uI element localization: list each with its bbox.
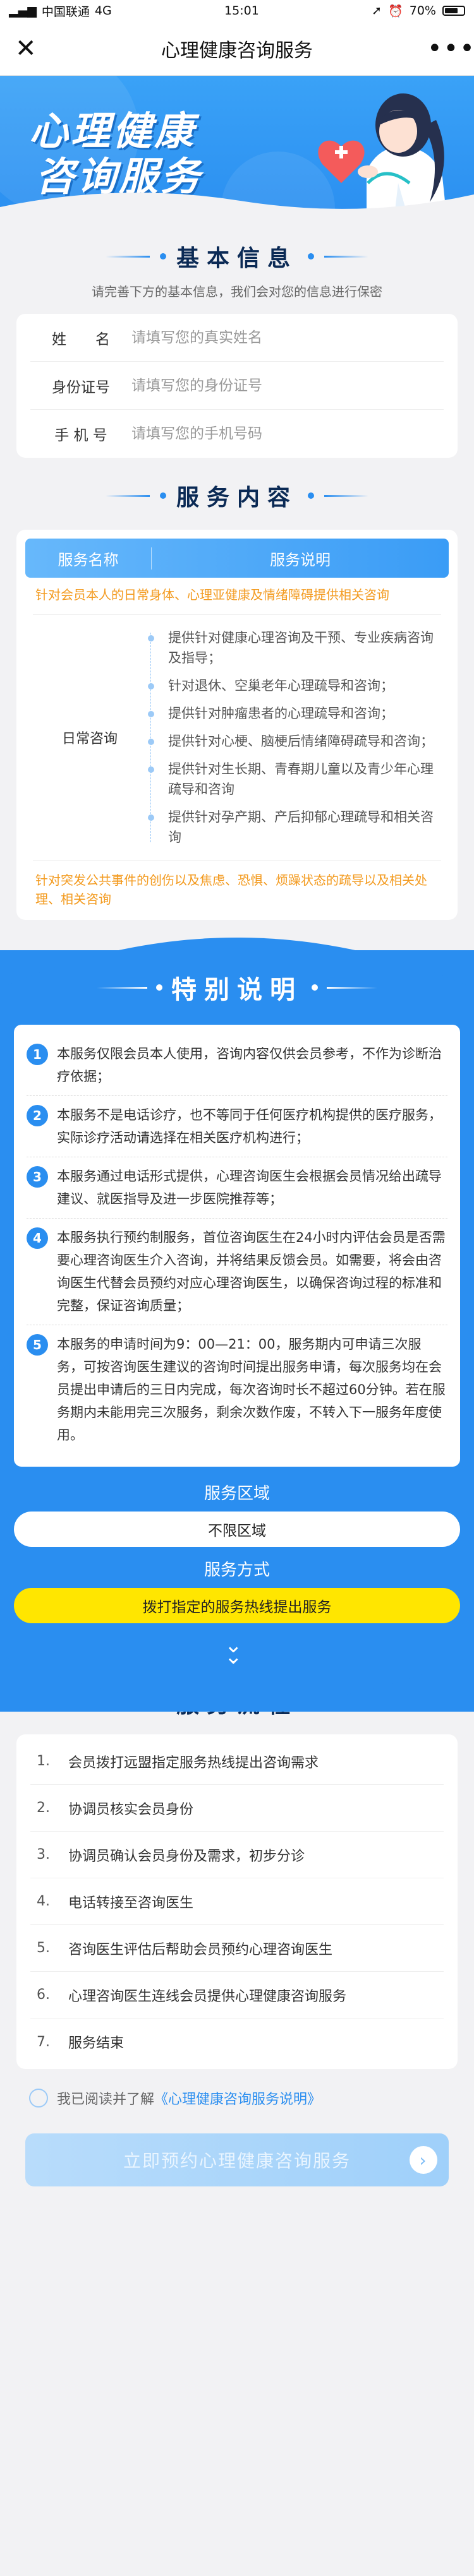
battery-percent: 70% [409, 4, 436, 18]
special-notes-title: 特别说明 [171, 975, 303, 1005]
basic-info-subtitle: 请完善下方的基本信息，我们会对您的信息进行保密 [92, 284, 382, 299]
signal-icon: ▂▄▆ [9, 4, 37, 18]
step-number: 1. [37, 1753, 50, 1769]
service-item: 针对退休、空巢老年心理疏导和咨询； [148, 672, 441, 700]
step-text: 电话转接至咨询医生 [68, 1895, 194, 1911]
status-bar: ▂▄▆ 中国联通 4G 15:01 ➚ ⏰ 70% [0, 0, 474, 21]
basic-info-form: 姓 名 身份证号 手 机 号 [16, 314, 458, 458]
agreement-row: 我已阅读并了解 《心理健康咨询服务说明》 [29, 2088, 445, 2108]
service-method-value: 拨打指定的服务热线提出服务 [14, 1588, 460, 1623]
process-step: 6. 心理咨询医生连线会员提供心理健康咨询服务 [30, 1972, 444, 2018]
note-text: 本服务仅限会员本人使用，咨询内容仅供会员参考，不作为诊断治疗依据； [57, 1046, 442, 1084]
name-input[interactable] [131, 329, 444, 346]
services-table: 服务名称 服务说明 针对会员本人的日常身体、心理亚健康及情绪障碍提供相关咨询 日… [16, 530, 458, 920]
step-number: 4. [37, 1893, 50, 1909]
phone-label: 手 机 号 [54, 427, 107, 444]
process-step: 2. 协调员核实会员身份 [30, 1785, 444, 1832]
service-area-value: 不限区域 [14, 1512, 460, 1547]
service-item: 提供针对健康心理咨询及干预、专业疾病咨询及指导； [148, 624, 441, 672]
step-number: 5. [37, 1940, 50, 1956]
note-number: 2 [27, 1105, 48, 1126]
note-item: 4 本服务执行预约制服务，首位咨询医生在24小时内评估会员是否需要心理咨询医生介… [27, 1219, 447, 1325]
service-item: 提供针对肿瘤患者的心理疏导和咨询； [148, 700, 441, 727]
service-area-label: 服务区域 [204, 1484, 270, 1503]
nav-bar: ✕ 心理健康咨询服务 ••• [0, 21, 474, 76]
id-number-input[interactable] [131, 377, 444, 394]
close-icon[interactable]: ✕ [15, 36, 47, 61]
carrier-name: 中国联通 [41, 4, 90, 19]
note-text: 本服务执行预约制服务，首位咨询医生在24小时内评估会员是否需要心理咨询医生介入咨… [57, 1230, 446, 1313]
battery-icon [442, 6, 465, 16]
arrow-right-icon: › [410, 2146, 437, 2174]
more-icon[interactable]: ••• [427, 36, 474, 61]
special-notes-section: 特别说明 1 本服务仅限会员本人使用，咨询内容仅供会员参考，不作为诊断治疗依据；… [0, 938, 474, 1712]
name-row: 姓 名 [30, 314, 444, 362]
service-item: 提供针对心梗、脑梗后情绪障碍疏导和咨询； [148, 727, 441, 755]
step-text: 协调员核实会员身份 [68, 1801, 194, 1818]
services-row: 日常咨询 提供针对健康心理咨询及干预、专业疾病咨询及指导； 针对退休、空巢老年心… [33, 614, 441, 861]
agreement-link[interactable]: 《心理健康咨询服务说明》 [154, 2088, 321, 2108]
network-type: 4G [94, 4, 112, 18]
phone-row: 手 机 号 [30, 410, 444, 458]
process-step: 3. 协调员确认会员身份及需求，初步分诊 [30, 1832, 444, 1878]
process-list: 1. 会员拨打远盟指定服务热线提出咨询需求 2. 协调员核实会员身份 3. 协调员确认… [16, 1734, 458, 2069]
col-service-desc: 服务说明 [270, 551, 331, 569]
step-text: 心理咨询医生连线会员提供心理健康咨询服务 [68, 1988, 347, 2005]
submit-button[interactable]: 立即预约心理健康咨询服务 › [25, 2133, 449, 2186]
page-title: 心理健康咨询服务 [161, 39, 313, 62]
services-table-header: 服务名称 服务说明 [25, 539, 449, 578]
submit-label: 立即预约心理健康咨询服务 [123, 2150, 351, 2171]
col-service-name: 服务名称 [25, 547, 152, 569]
step-text: 协调员确认会员身份及需求，初步分诊 [68, 1848, 305, 1864]
note-item: 5 本服务的申请时间为9：00—21：00，服务期内可申请三次服务，可按咨询医生… [27, 1325, 447, 1454]
banner-wave [0, 193, 474, 225]
process-step: 7. 服务结束 [30, 2018, 444, 2065]
note-item: 3 本服务通过电话形式提供，心理咨询医生会根据会员情况给出疏导建议、就医指导及进… [27, 1157, 447, 1219]
services-note-bottom: 针对突发公共事件的创伤以及焦虑、恐惧、烦躁状态的疏导以及相关处理、相关咨询 [35, 873, 427, 907]
step-number: 2. [37, 1800, 50, 1816]
process-step: 4. 电话转接至咨询医生 [30, 1878, 444, 1925]
process-step: 5. 咨询医生评估后帮助会员预约心理咨询医生 [30, 1925, 444, 1972]
services-note-top: 针对会员本人的日常身体、心理亚健康及情绪障碍提供相关咨询 [35, 587, 389, 602]
service-method-label: 服务方式 [204, 1561, 270, 1580]
note-number: 3 [27, 1166, 48, 1188]
banner-title-line1: 心理健康 [29, 108, 197, 154]
agreement-text: 我已阅读并了解 [57, 2092, 155, 2108]
note-number: 5 [27, 1334, 48, 1356]
basic-info-section-header: 基本信息 请完善下方的基本信息，我们会对您的信息进行保密 [0, 225, 474, 300]
note-item: 2 本服务不是电话诊疗，也不等同于任何医疗机构提供的医疗服务，实际诊疗活动请选择… [27, 1096, 447, 1157]
alarm-icon: ⏰ [388, 4, 403, 18]
services-section-header: 服务内容 [0, 458, 474, 512]
step-number: 7. [37, 2034, 50, 2050]
chevron-down-icon[interactable]: ⌄ ⌄ [224, 1635, 243, 1667]
clock: 15:01 [224, 4, 259, 18]
basic-info-title: 基本信息 [176, 246, 298, 271]
step-text: 会员拨打远盟指定服务热线提出咨询需求 [68, 1755, 319, 1771]
special-notes-header: 特别说明 [0, 950, 474, 1006]
step-number: 3. [37, 1847, 50, 1863]
service-item: 提供针对孕产期、产后抑郁心理疏导和相关咨询 [148, 803, 441, 851]
phone-input[interactable] [131, 426, 444, 442]
id-label: 身份证号 [52, 379, 110, 396]
note-text: 本服务通过电话形式提供，心理咨询医生会根据会员情况给出疏导建议、就医指导及进一步… [57, 1169, 442, 1207]
services-title: 服务内容 [176, 485, 298, 511]
note-item: 1 本服务仅限会员本人使用，咨询内容仅供会员参考，不作为诊断治疗依据； [27, 1035, 447, 1096]
agreement-checkbox[interactable] [29, 2089, 48, 2108]
note-number: 1 [27, 1044, 48, 1065]
hero-banner: 心理健康 咨询服务 [0, 76, 474, 225]
note-number: 4 [27, 1227, 48, 1249]
step-text: 咨询医生评估后帮助会员预约心理咨询医生 [68, 1941, 333, 1958]
step-text: 服务结束 [68, 2036, 125, 2051]
service-category: 日常咨询 [61, 731, 118, 747]
step-number: 6. [37, 1987, 50, 2003]
location-icon: ➚ [372, 4, 382, 18]
note-text: 本服务不是电话诊疗，也不等同于任何医疗机构提供的医疗服务，实际诊疗活动请选择在相… [57, 1107, 442, 1145]
service-item: 提供针对生长期、青春期儿童以及青少年心理疏导和咨询 [148, 755, 441, 803]
name-label: 姓 名 [52, 331, 110, 348]
special-notes-list: 1 本服务仅限会员本人使用，咨询内容仅供会员参考，不作为诊断治疗依据； 2 本服… [14, 1025, 460, 1467]
service-items: 提供针对健康心理咨询及干预、专业疾病咨询及指导； 针对退休、空巢老年心理疏导和咨… [147, 624, 441, 851]
process-step: 1. 会员拨打远盟指定服务热线提出咨询需求 [30, 1738, 444, 1785]
note-text: 本服务的申请时间为9：00—21：00，服务期内可申请三次服务，可按咨询医生建议… [57, 1337, 446, 1443]
id-row: 身份证号 [30, 362, 444, 410]
